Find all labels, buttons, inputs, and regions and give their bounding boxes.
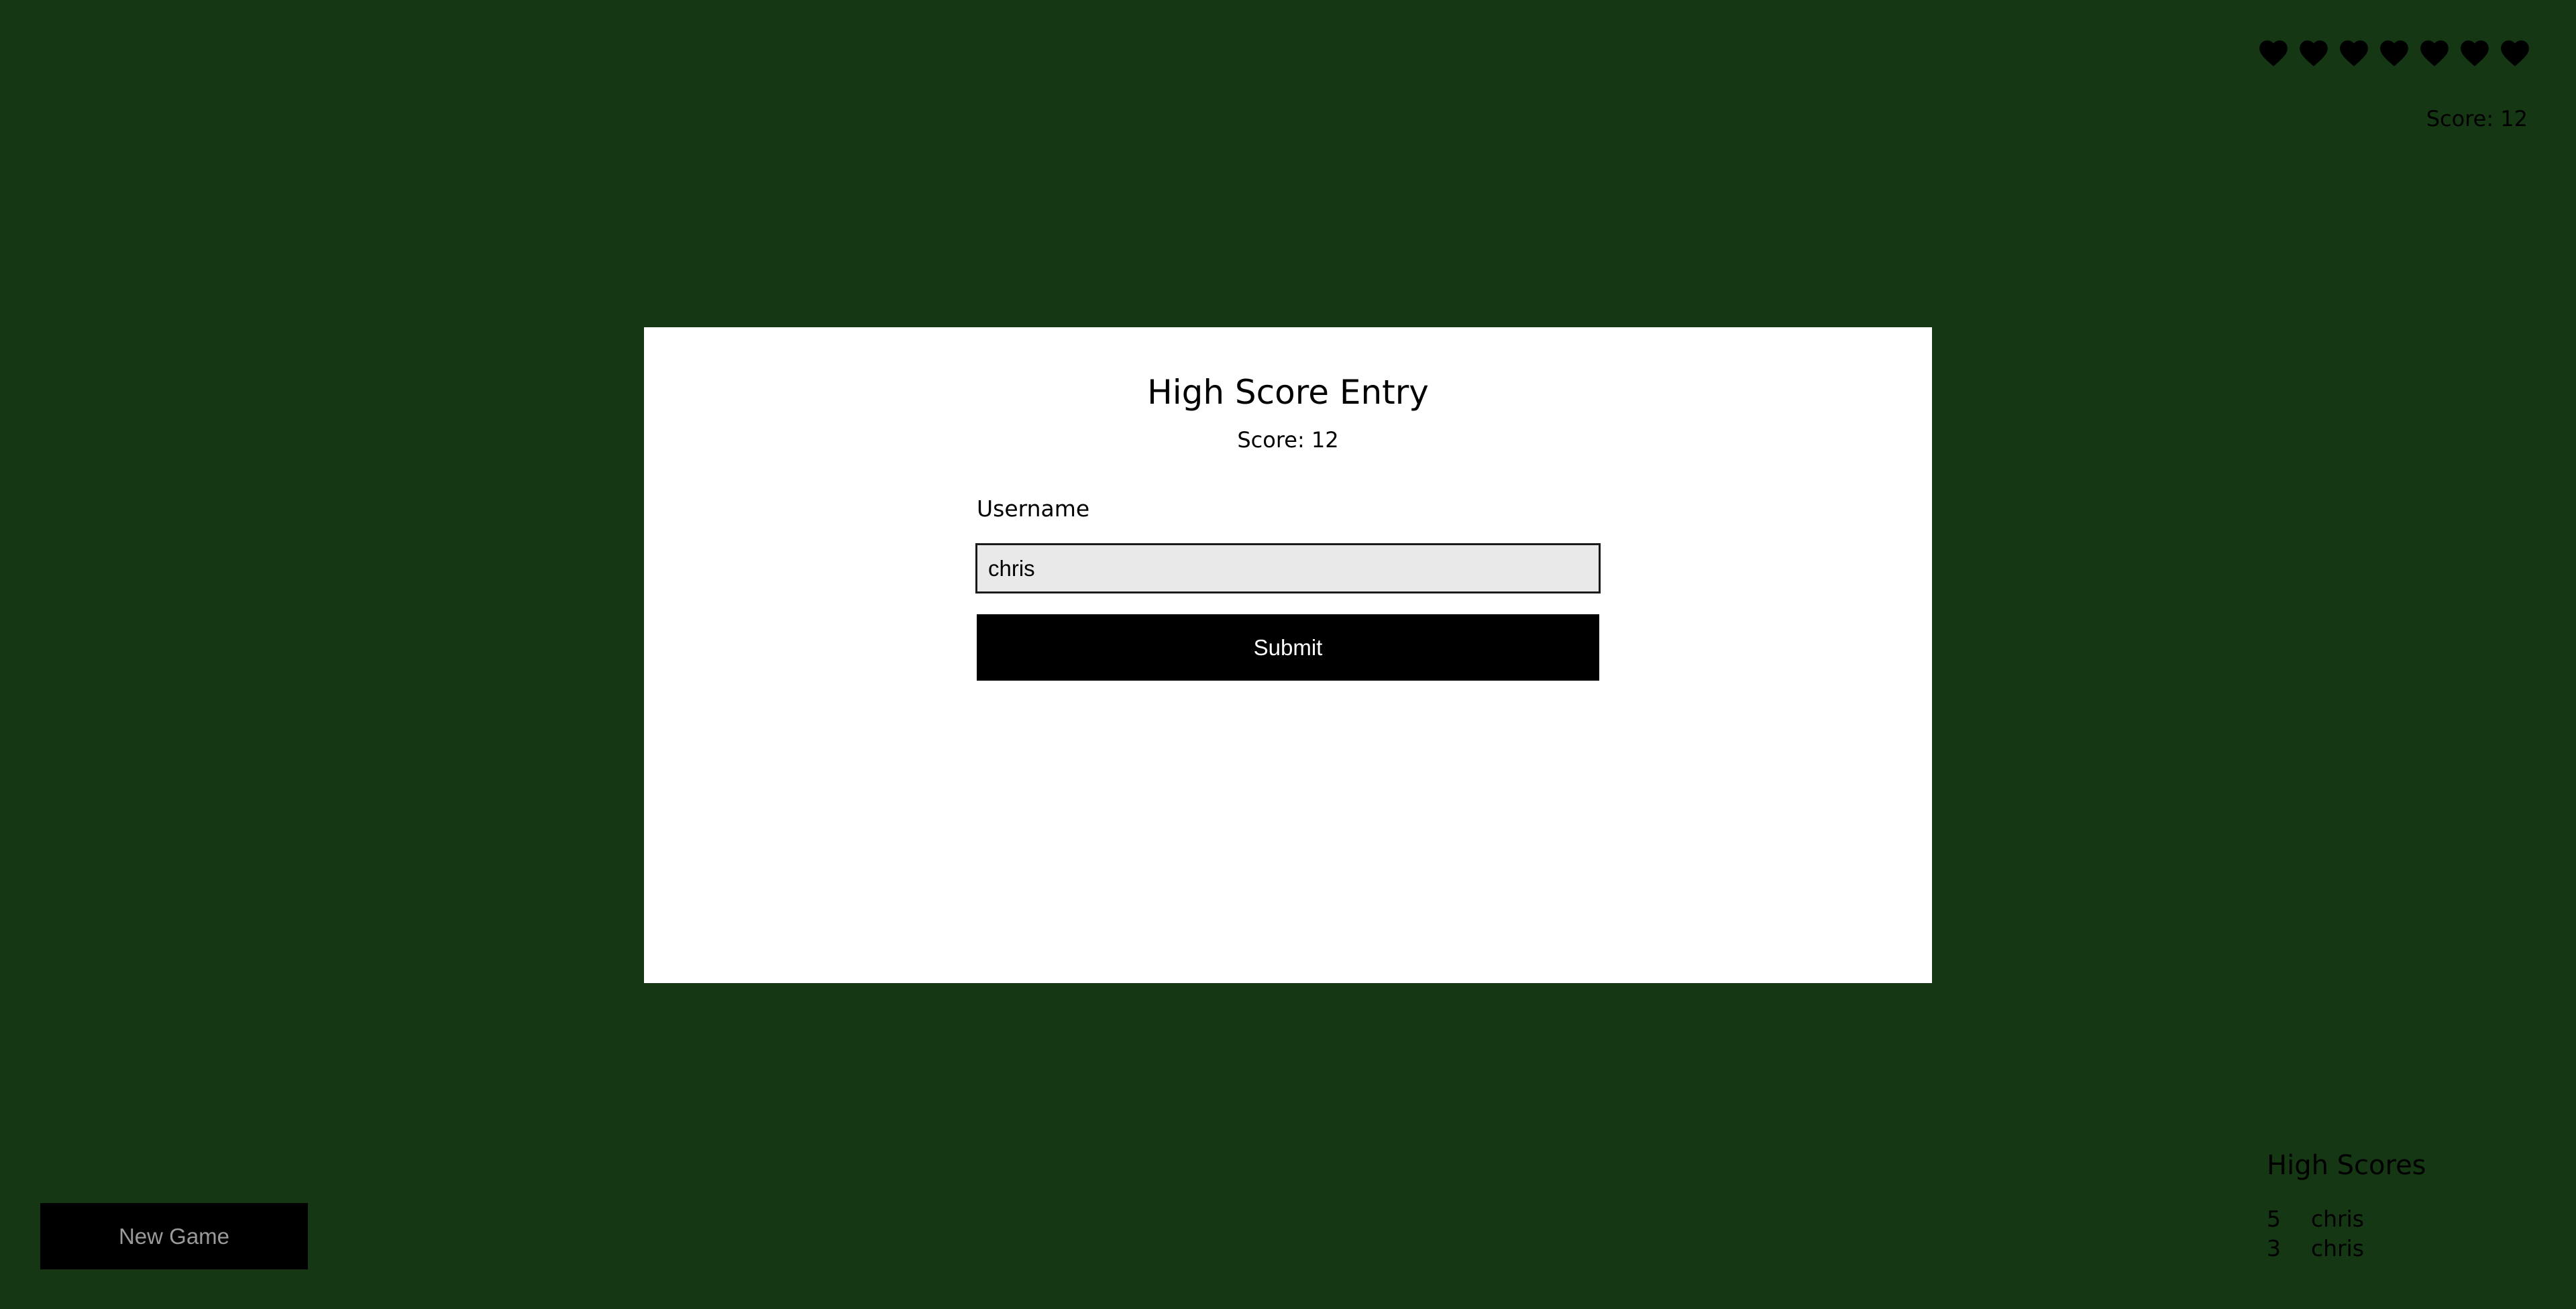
high-score-row: 5 chris bbox=[2267, 1204, 2535, 1234]
high-score-entry-dialog: High Score Entry Score: 12 Username Subm… bbox=[644, 327, 1932, 983]
lives-display bbox=[2257, 35, 2532, 68]
heart-icon bbox=[2418, 35, 2451, 68]
submit-button[interactable]: Submit bbox=[977, 614, 1599, 681]
high-score-name: chris bbox=[2311, 1235, 2364, 1261]
high-score-value: 5 bbox=[2267, 1206, 2281, 1232]
high-score-name: chris bbox=[2311, 1206, 2364, 1232]
new-game-button[interactable]: New Game bbox=[40, 1203, 308, 1269]
current-score: Score: 12 bbox=[2426, 106, 2528, 131]
dialog-score: Score: 12 bbox=[1237, 427, 1339, 453]
heart-icon bbox=[2297, 35, 2330, 68]
high-scores-panel: High Scores 5 chris 3 chris bbox=[2267, 1152, 2535, 1263]
high-score-row: 3 chris bbox=[2267, 1234, 2535, 1263]
dialog-title: High Score Entry bbox=[1147, 373, 1429, 412]
username-label: Username bbox=[977, 496, 1090, 522]
heart-icon bbox=[2498, 35, 2532, 68]
heart-icon bbox=[2337, 35, 2371, 68]
username-input[interactable] bbox=[975, 543, 1601, 593]
heart-icon bbox=[2257, 35, 2290, 68]
heart-icon bbox=[2458, 35, 2491, 68]
high-scores-title: High Scores bbox=[2267, 1150, 2426, 1181]
heart-icon bbox=[2377, 35, 2411, 68]
high-score-value: 3 bbox=[2267, 1235, 2281, 1261]
